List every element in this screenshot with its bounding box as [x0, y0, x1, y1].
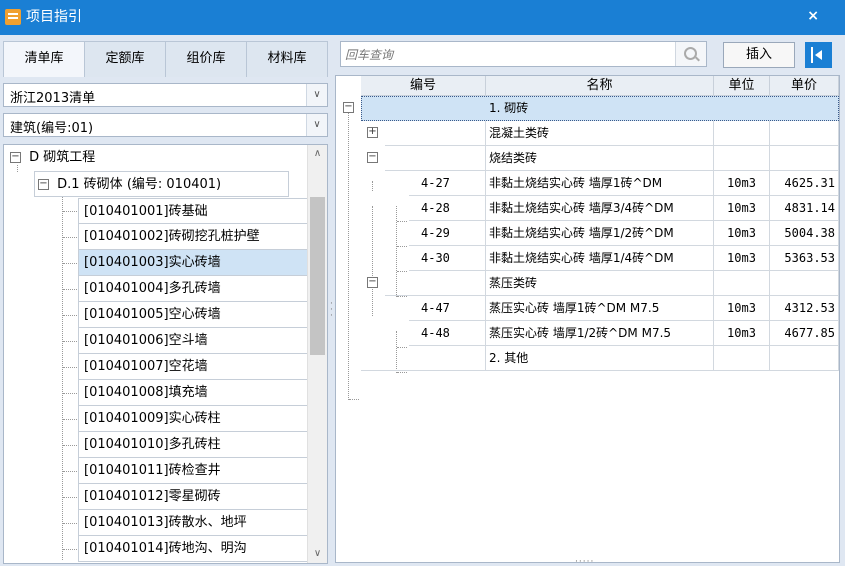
col-header-code[interactable]: 编号	[361, 76, 486, 96]
search-button[interactable]	[675, 42, 706, 66]
search-input[interactable]: 回车查询	[345, 46, 393, 63]
cell-name: 非黏土烧结实心砖 墙厚1砖^DM	[486, 171, 714, 196]
library-select-value: 浙江2013清单	[10, 91, 96, 106]
cell-name: 蒸压实心砖 墙厚1砖^DM M7.5	[486, 296, 714, 321]
cell-name: 蒸压类砖	[486, 271, 714, 296]
tree-node-brick-masonry[interactable]: − D.1 砖砌体 (编号: 010401)	[34, 171, 289, 197]
tree-leaf-item[interactable]: [010401009]实心砖柱	[78, 406, 309, 432]
search-icon	[684, 47, 697, 60]
chevron-down-icon[interactable]: ∨	[306, 114, 327, 136]
cell-unit	[714, 146, 770, 171]
cell-price: 5363.53	[770, 246, 839, 271]
cell-name: 非黏土烧结实心砖 墙厚1/4砖^DM	[486, 246, 714, 271]
tab-quota-library[interactable]: 定额库	[84, 41, 166, 77]
cell-unit	[714, 346, 770, 371]
collapse-icon[interactable]: −	[10, 152, 21, 163]
cell-price: 4677.85	[770, 321, 839, 346]
tree-node-label: D.1 砖砌体 (编号: 010401)	[57, 177, 222, 192]
tree-leaf-item[interactable]: [010401002]砖砌挖孔桩护壁	[78, 224, 309, 250]
category-select-value: 建筑(编号:01)	[10, 121, 94, 136]
close-icon[interactable]: ×	[807, 8, 819, 25]
tree-node-label: D 砌筑工程	[29, 150, 96, 165]
app-icon	[5, 9, 21, 25]
category-select[interactable]: 建筑(编号:01) ∨	[3, 113, 328, 137]
tree-leaf-item[interactable]: [010401014]砖地沟、明沟	[78, 536, 309, 562]
scroll-down-icon[interactable]: ∨	[308, 545, 327, 563]
cell-code: 4-47	[409, 296, 486, 321]
cell-unit	[714, 271, 770, 296]
panel-splitter[interactable]: · · ·	[330, 300, 334, 321]
exit-icon[interactable]	[805, 42, 832, 68]
cell-code	[385, 271, 486, 296]
tab-pricing-library[interactable]: 组价库	[165, 41, 247, 77]
search-box[interactable]: 回车查询	[340, 41, 707, 67]
cell-code	[385, 146, 486, 171]
collapse-icon[interactable]: −	[343, 102, 354, 113]
cell-price	[770, 121, 839, 146]
tree-leaf-item[interactable]: [010401012]零星砌砖	[78, 484, 309, 510]
tree-leaf-item[interactable]: [010401001]砖基础	[78, 198, 309, 224]
cell-name: 1. 砌砖	[489, 101, 529, 115]
cell-price: 4312.53	[770, 296, 839, 321]
cell-unit: 10m3	[714, 246, 770, 271]
cell-price: 4625.31	[770, 171, 839, 196]
cell-price	[770, 271, 839, 296]
cell-name: 非黏土烧结实心砖 墙厚3/4砖^DM	[486, 196, 714, 221]
tree-leaf-item[interactable]: [010401007]空花墙	[78, 354, 309, 380]
tree-leaf-item[interactable]: [010401006]空斗墙	[78, 328, 309, 354]
cell-price	[770, 146, 839, 171]
cell-code: 4-48	[409, 321, 486, 346]
col-header-price[interactable]: 单价	[770, 76, 839, 96]
col-header-name[interactable]: 名称	[486, 76, 714, 96]
tab-bill-library[interactable]: 清单库	[3, 41, 85, 77]
cell-unit	[714, 121, 770, 146]
tree-node-masonry[interactable]: − D 砌筑工程	[10, 145, 95, 171]
library-select[interactable]: 浙江2013清单 ∨	[3, 83, 328, 107]
cell-price: 4831.14	[770, 196, 839, 221]
cell-name: 混凝土类砖	[486, 121, 714, 146]
tab-material-library[interactable]: 材料库	[246, 41, 328, 77]
tree-leaf-item-selected[interactable]: [010401003]实心砖墙	[78, 250, 309, 276]
tree-leaf-item[interactable]: [010401004]多孔砖墙	[78, 276, 309, 302]
dialog-body: 清单库 定额库 组价库 材料库 浙江2013清单 ∨ 建筑(编号:01) ∨ −…	[0, 35, 845, 567]
cell-name: 烧结类砖	[486, 146, 714, 171]
cell-unit: 10m3	[714, 171, 770, 196]
cell-code	[361, 346, 486, 371]
cell-name: 非黏土烧结实心砖 墙厚1/2砖^DM	[486, 221, 714, 246]
library-tabs: 清单库 定额库 组价库 材料库	[3, 41, 328, 77]
tree-leaf-item[interactable]: [010401005]空心砖墙	[78, 302, 309, 328]
cell-unit: 10m3	[714, 321, 770, 346]
cell-name: 2. 其他	[486, 346, 714, 371]
tree-scrollbar[interactable]: ∧ ∨	[307, 145, 327, 563]
window-title: 项目指引	[26, 9, 82, 25]
cell-price	[770, 346, 839, 371]
cell-code: 4-28	[409, 196, 486, 221]
collapse-icon[interactable]: −	[367, 152, 378, 163]
cell-unit: 10m3	[714, 196, 770, 221]
collapse-icon[interactable]: −	[367, 277, 378, 288]
cell-price: 5004.38	[770, 221, 839, 246]
tree-leaf-item[interactable]: [010401013]砖散水、地坪	[78, 510, 309, 536]
cell-unit: 10m3	[714, 296, 770, 321]
tree-leaf-item[interactable]: [010401010]多孔砖柱	[78, 432, 309, 458]
cell-name: 蒸压实心砖 墙厚1/2砖^DM M7.5	[486, 321, 714, 346]
chevron-down-icon[interactable]: ∨	[306, 84, 327, 106]
scroll-thumb[interactable]	[310, 197, 325, 355]
cell-code: 4-30	[409, 246, 486, 271]
tree-leaf-item[interactable]: [010401011]砖检查井	[78, 458, 309, 484]
title-bar: 项目指引 ×	[0, 0, 845, 35]
collapse-icon[interactable]: −	[38, 179, 49, 190]
col-header-unit[interactable]: 单位	[714, 76, 770, 96]
cell-code: 4-29	[409, 221, 486, 246]
scroll-up-icon[interactable]: ∧	[308, 145, 327, 163]
insert-button[interactable]: 插入	[723, 42, 795, 68]
tree-leaf-item[interactable]: [010401008]填充墙	[78, 380, 309, 406]
expand-icon[interactable]: +	[367, 127, 378, 138]
cell-code: 4-27	[409, 171, 486, 196]
quota-grid: 编号 名称 单位 单价 − 1. 砌砖 + 混凝土类砖 − 烧结类砖 4-27 …	[335, 75, 840, 563]
bill-tree: − D 砌筑工程 − D.1 砖砌体 (编号: 010401) [0104010…	[3, 144, 328, 564]
cell-unit: 10m3	[714, 221, 770, 246]
cell-code	[385, 121, 486, 146]
